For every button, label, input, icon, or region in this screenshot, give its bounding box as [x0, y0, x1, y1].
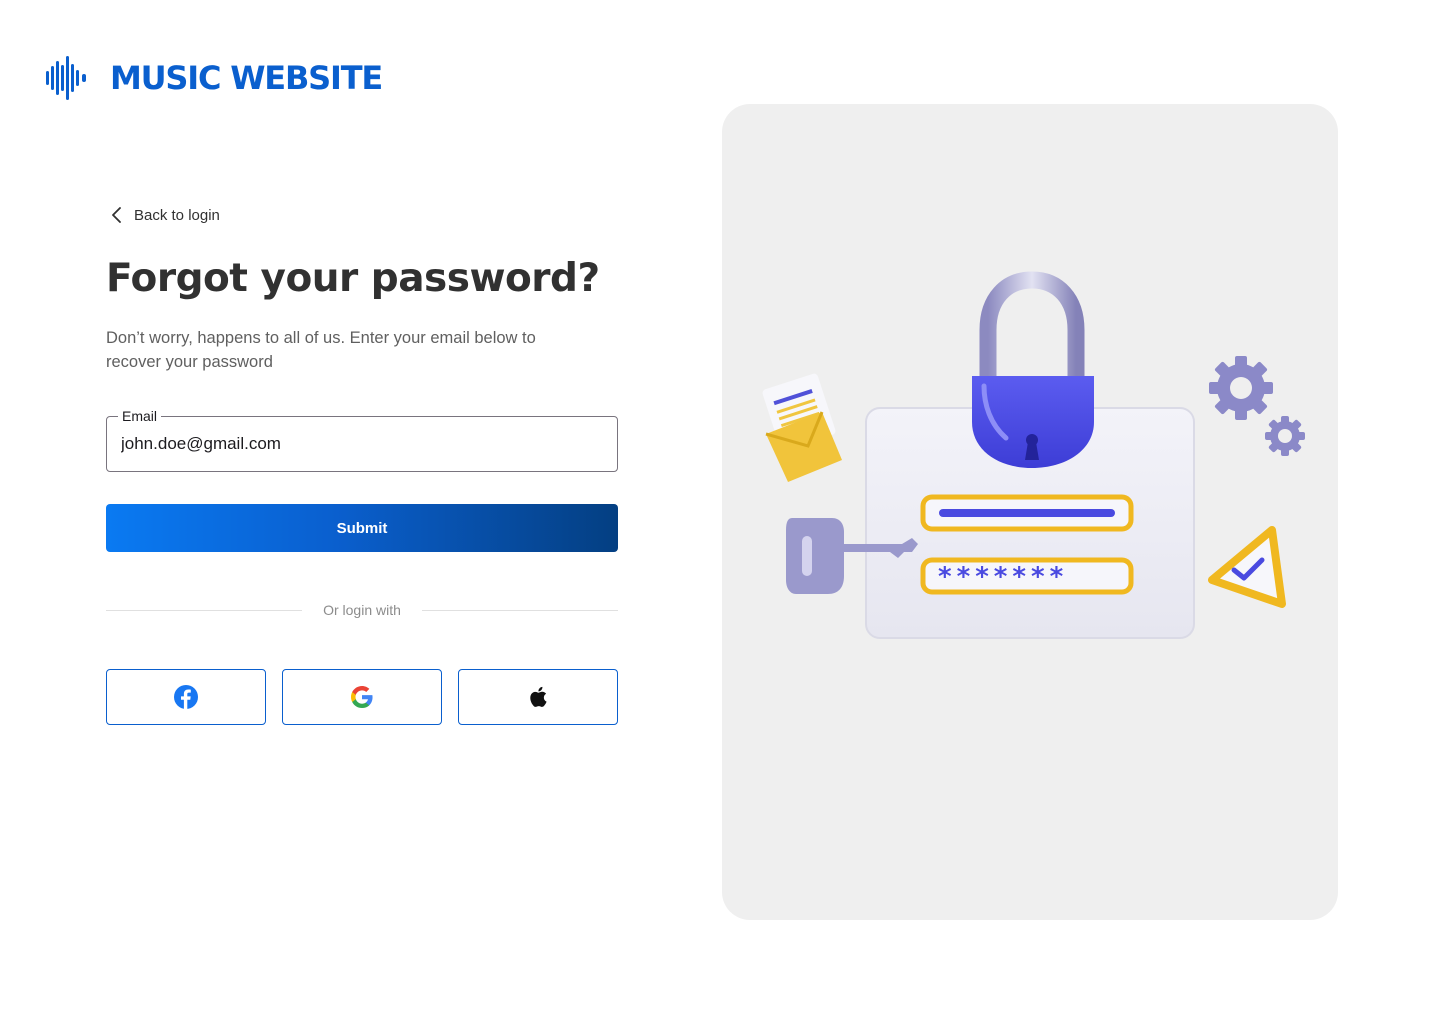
facebook-icon: [174, 685, 198, 709]
google-login-button[interactable]: [282, 669, 442, 725]
email-field[interactable]: Email: [106, 407, 618, 472]
apple-icon: [530, 686, 547, 707]
forgot-password-form-area: Back to login Forgot your password? Don’…: [106, 200, 618, 725]
submit-button[interactable]: Submit: [106, 504, 618, 552]
page-title: Forgot your password?: [106, 256, 600, 301]
back-to-login-label: Back to login: [134, 206, 220, 224]
facebook-login-button[interactable]: [106, 669, 266, 725]
email-input[interactable]: [121, 431, 591, 457]
brand-logo[interactable]: MUSIC WEBSITE: [46, 56, 383, 100]
email-label: Email: [118, 407, 162, 425]
apple-login-button[interactable]: [458, 669, 618, 725]
google-icon: [351, 686, 373, 708]
brand-name: MUSIC WEBSITE: [110, 59, 383, 97]
divider-line-right: [422, 610, 618, 611]
illustration-panel: *******: [722, 104, 1338, 920]
social-divider: Or login with: [106, 600, 618, 620]
password-security-illustration: *******: [762, 271, 1305, 639]
sound-wave-icon: [46, 56, 86, 100]
page-subtitle: Don’t worry, happens to all of us. Enter…: [106, 329, 536, 371]
social-login-buttons: [106, 669, 618, 725]
masked-password-text: *******: [938, 562, 1068, 592]
chevron-left-icon: [112, 207, 121, 223]
back-to-login-link[interactable]: Back to login: [106, 200, 618, 230]
